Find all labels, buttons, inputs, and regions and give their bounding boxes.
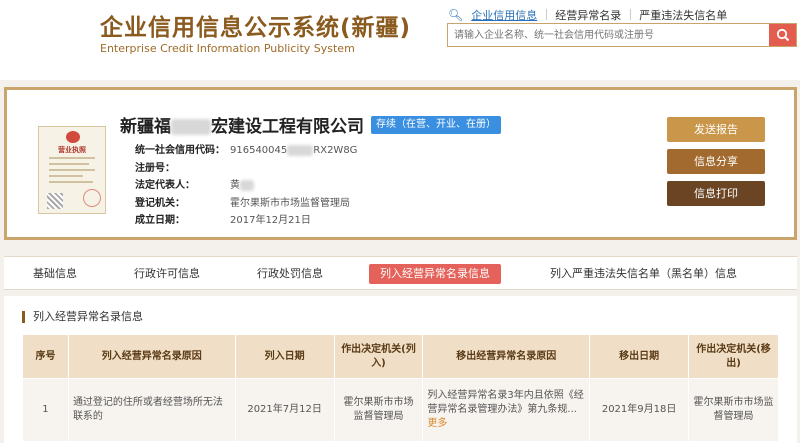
search-type-icon: 🔍︎	[448, 8, 464, 22]
search-tabs: 🔍︎ 企业信用信息 经营异常名录 严重违法失信名单	[448, 7, 736, 23]
stamp-icon	[83, 189, 101, 207]
col-index: 序号	[22, 334, 69, 379]
cell-date-in: 2021年7月12日	[234, 378, 335, 442]
redacted-blur	[287, 144, 314, 156]
emblem-icon	[66, 131, 80, 143]
print-info-button[interactable]: 信息打印	[667, 181, 765, 206]
site-subtitle: Enterprise Credit Information Publicity …	[100, 42, 355, 55]
tab-admin-penalty[interactable]: 行政处罚信息	[257, 264, 323, 284]
header: 企业信用信息公示系统(新疆) Enterprise Credit Informa…	[0, 0, 800, 80]
col-date-in: 列入日期	[234, 334, 335, 379]
col-date-out: 移出日期	[589, 334, 690, 379]
reg-number-row: 注册号：	[135, 163, 175, 174]
site-title: 企业信用信息公示系统(新疆)	[100, 15, 412, 41]
table-header-row: 序号 列入经营异常名录原因 列入日期 作出决定机关(列入) 移出经营异常名录原因…	[22, 334, 779, 379]
business-license-image: 营业执照	[38, 126, 106, 214]
abnormal-list-section: 列入经营异常名录信息 序号 列入经营异常名录原因 列入日期 作出决定机关(列入)…	[4, 296, 797, 443]
search-box	[447, 23, 797, 47]
redacted-blur	[171, 119, 211, 135]
qr-code-icon	[47, 193, 63, 209]
search-icon	[776, 28, 789, 42]
license-line	[49, 169, 95, 171]
section-title: 列入经营异常名录信息	[22, 311, 143, 323]
credit-code-row: 统一社会信用代码： 916540045 RX2W8G	[135, 144, 358, 156]
cell-authority-out: 霍尔果斯市市场监督管理局	[688, 378, 779, 442]
company-card: 营业执照 新疆福 宏建设工程有限公司 存续（在营、开业、在册） 统一社会信用代码：…	[4, 87, 797, 240]
cell-reason-in: 通过登记的住所或者经营场所无法联系的	[67, 378, 236, 442]
reg-authority-row: 登记机关： 霍尔果斯市市场监督管理局	[135, 198, 350, 209]
license-title: 营业执照	[58, 146, 86, 154]
redacted-blur	[240, 179, 254, 191]
cell-date-out: 2021年9月18日	[589, 378, 690, 442]
cell-index: 1	[22, 378, 69, 442]
col-reason-out: 移出经营异常名录原因	[422, 334, 591, 379]
founded-date-row: 成立日期： 2017年12月21日	[135, 215, 311, 226]
tab-basic-info[interactable]: 基础信息	[33, 264, 77, 284]
company-name: 新疆福 宏建设工程有限公司	[120, 117, 364, 137]
col-authority-out: 作出决定机关(移出)	[688, 334, 779, 379]
search-tab-credit[interactable]: 企业信用信息	[465, 7, 546, 23]
table-row: 1 通过登记的住所或者经营场所无法联系的 2021年7月12日 霍尔果斯市市场监…	[22, 378, 779, 442]
search-tab-blacklist[interactable]: 严重违法失信名单	[630, 7, 736, 23]
search-button[interactable]	[769, 24, 796, 46]
legal-rep-row: 法定代表人：黄	[135, 176, 254, 191]
search-tab-abnormal[interactable]: 经营异常名录	[546, 7, 630, 23]
status-badge: 存续（在营、开业、在册）	[371, 116, 501, 134]
share-info-button[interactable]: 信息分享	[667, 149, 765, 174]
search-input[interactable]	[448, 24, 769, 46]
col-reason-in: 列入经营异常名录原因	[67, 334, 236, 379]
col-authority-in: 作出决定机关(列入)	[333, 334, 424, 379]
tab-abnormal-list[interactable]: 列入经营异常名录信息	[369, 264, 501, 284]
license-line	[49, 175, 83, 177]
abnormal-list-table: 序号 列入经营异常名录原因 列入日期 作出决定机关(列入) 移出经营异常名录原因…	[22, 334, 779, 442]
cell-reason-out: 列入经营异常名录3年内且依照《经营异常名录管理办法》第九条规...更多	[422, 378, 591, 442]
tab-blacklist[interactable]: 列入严重违法失信名单（黑名单）信息	[550, 264, 737, 284]
license-line	[49, 181, 93, 183]
send-report-button[interactable]: 发送报告	[667, 117, 765, 142]
license-line	[49, 157, 95, 159]
license-line	[49, 163, 89, 165]
info-tabs: 基础信息 行政许可信息 行政处罚信息 列入经营异常名录信息 列入严重违法失信名单…	[4, 256, 797, 290]
tab-admin-license[interactable]: 行政许可信息	[134, 264, 200, 284]
cell-authority-in: 霍尔果斯市市场监督管理局	[333, 378, 424, 442]
more-link[interactable]: 更多	[427, 418, 447, 429]
